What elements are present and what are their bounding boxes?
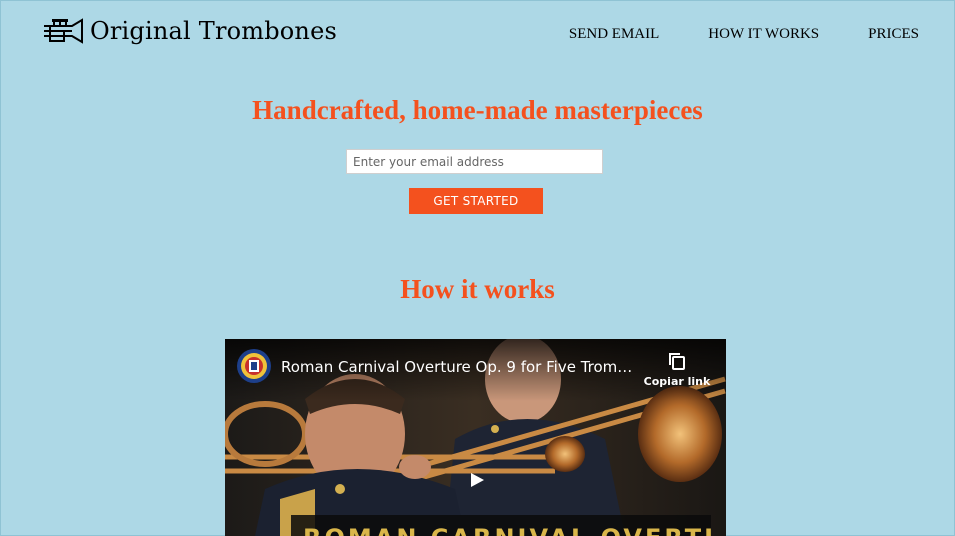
copy-icon xyxy=(669,353,685,370)
nav-prices[interactable]: PRICES xyxy=(868,24,919,44)
brand-name: Original Trombones xyxy=(90,17,338,45)
nav-send-email[interactable]: SEND EMAIL xyxy=(569,24,659,44)
main-nav: SEND EMAIL HOW IT WORKS PRICES xyxy=(569,24,919,44)
hero-title: Handcrafted, home-made masterpieces xyxy=(252,95,703,125)
video-player[interactable]: Roman Carnival Overture Op. 9 for Five T… xyxy=(225,339,726,536)
video-caption-strip: ROMAN CARNIVAL OVERTURE xyxy=(291,515,711,536)
email-input[interactable] xyxy=(346,149,603,174)
nav-how-it-works[interactable]: HOW IT WORKS xyxy=(708,24,819,44)
channel-avatar[interactable] xyxy=(236,348,272,384)
play-icon[interactable] xyxy=(454,465,498,495)
get-started-button[interactable]: GET STARTED xyxy=(409,188,543,214)
copy-link-label: Copiar link xyxy=(643,375,711,388)
how-it-works-title: How it works xyxy=(400,274,555,304)
brand-logo-link[interactable]: Original Trombones xyxy=(42,14,337,48)
video-title[interactable]: Roman Carnival Overture Op. 9 for Five T… xyxy=(281,357,641,377)
video-caption: ROMAN CARNIVAL OVERTURE xyxy=(303,524,711,536)
trombone-icon xyxy=(44,18,83,44)
copy-link-button[interactable]: Copiar link xyxy=(643,351,711,399)
